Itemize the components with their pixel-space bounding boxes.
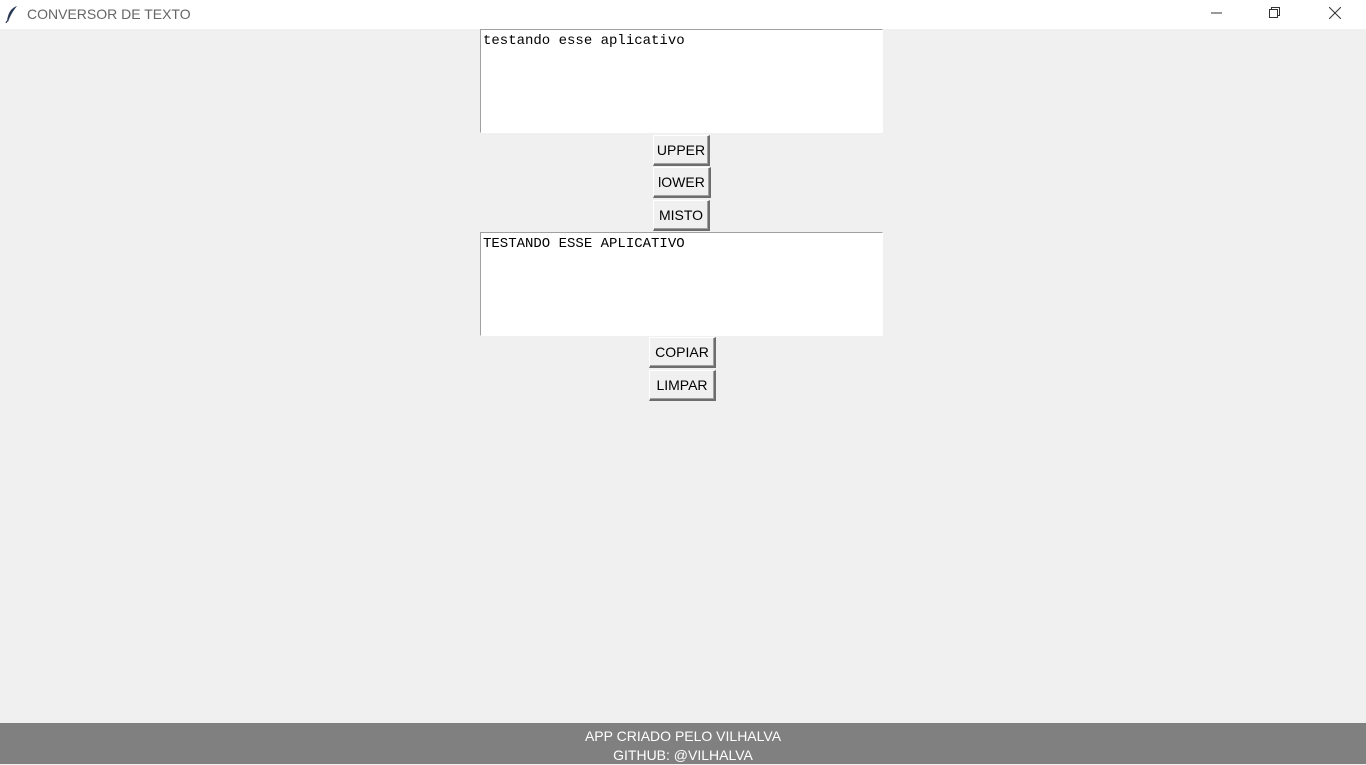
feather-icon (5, 5, 19, 24)
footer: APP CRIADO PELO VILHALVA GITHUB: @VILHAL… (0, 723, 1366, 764)
footer-credit: APP CRIADO PELO VILHALVA (584, 728, 782, 744)
lower-button[interactable]: lOWER (653, 167, 711, 198)
minimize-icon (1211, 6, 1223, 24)
window-title: CONVERSOR DE TEXTO (27, 6, 191, 22)
close-button[interactable] (1306, 0, 1364, 29)
upper-button[interactable]: UPPER (653, 135, 710, 166)
clear-button[interactable]: LIMPAR (649, 370, 716, 401)
close-icon (1328, 6, 1342, 24)
minimize-button[interactable] (1188, 0, 1246, 29)
title-bar: CONVERSOR DE TEXTO (0, 0, 1366, 29)
input-text-area[interactable]: testando esse aplicativo (480, 29, 883, 133)
output-text-area[interactable]: TESTANDO ESSE APLICATIVO (480, 232, 883, 336)
restore-icon (1269, 6, 1281, 24)
misto-button[interactable]: MISTO (653, 200, 710, 231)
footer-github: GITHUB: @VILHALVA (613, 747, 753, 763)
restore-button[interactable] (1246, 0, 1304, 29)
copy-button[interactable]: COPIAR (649, 337, 716, 368)
